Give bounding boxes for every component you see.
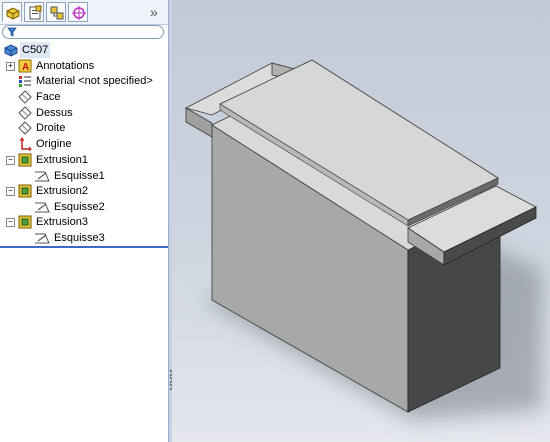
propertymanager-icon <box>29 5 42 20</box>
extrude-icon <box>18 215 32 229</box>
configurationmanager-icon <box>50 6 64 20</box>
tree-item-face[interactable]: Face <box>6 89 164 105</box>
collapse-minus-icon[interactable]: − <box>6 218 15 227</box>
tree-root-label: C507 <box>20 42 51 58</box>
configurationmanager-tab[interactable] <box>46 2 66 22</box>
tree-item-material[interactable]: Material <not specified> <box>6 73 164 89</box>
tree-item-label: Esquisse1 <box>54 170 105 182</box>
expand-plus-icon[interactable]: + <box>6 62 15 71</box>
tree-item-label: Droite <box>36 122 66 134</box>
filter-icon <box>7 27 17 37</box>
tree-item-dessus[interactable]: Dessus <box>6 105 164 121</box>
tree-item-label: Esquisse3 <box>54 232 105 244</box>
propertymanager-tab[interactable] <box>24 2 44 22</box>
extrude-icon <box>18 184 32 198</box>
tree-item-annotations[interactable]: + A Annotations <box>6 58 164 74</box>
tree-item-label: Origine <box>36 138 72 150</box>
extrude-icon <box>18 153 32 167</box>
dimxpert-tab[interactable] <box>68 2 88 22</box>
sketch-icon <box>35 233 50 244</box>
sketch-icon <box>35 202 50 213</box>
plane-icon <box>18 106 32 120</box>
panel-tabs: » <box>0 0 168 25</box>
featuremanager-icon <box>6 7 20 20</box>
tree-item-extrusion1[interactable]: − Extrusion1 <box>6 152 164 168</box>
feature-manager-panel: » C507 + A Annotations Material <not spe… <box>0 0 168 442</box>
origin-icon <box>19 137 32 151</box>
material-icon <box>19 76 31 87</box>
plane-icon <box>18 90 32 104</box>
collapse-minus-icon[interactable]: − <box>6 187 15 196</box>
tree-item-label: Extrusion3 <box>36 216 88 228</box>
part-icon <box>4 44 18 57</box>
tree-item-label: Face <box>36 91 61 103</box>
annotations-icon: A <box>18 59 32 73</box>
tree-item-droite[interactable]: Droite <box>6 120 164 136</box>
sketch-icon <box>35 171 50 182</box>
tree-item-origine[interactable]: Origine <box>6 136 164 152</box>
tree-item-label: Material <not specified> <box>36 75 153 87</box>
tree-item-label: Esquisse2 <box>54 201 105 213</box>
collapse-minus-icon[interactable]: − <box>6 156 15 165</box>
tree-item-extrusion3[interactable]: − Extrusion3 <box>6 214 164 230</box>
plane-icon <box>18 121 32 135</box>
svg-text:A: A <box>22 62 29 73</box>
tree-item-esquisse1[interactable]: Esquisse1 <box>28 168 164 184</box>
featuremanager-tab[interactable] <box>2 2 22 22</box>
rollback-bar[interactable] <box>0 246 168 248</box>
tree-item-label: Extrusion1 <box>36 154 88 166</box>
expand-chevron-icon[interactable]: » <box>150 4 158 20</box>
dimxpert-icon <box>72 6 86 20</box>
graphics-viewport[interactable]: · · · · <box>172 0 550 442</box>
tree-item-esquisse2[interactable]: Esquisse2 <box>28 199 164 215</box>
tree-item-esquisse3[interactable]: Esquisse3 <box>28 230 164 246</box>
tree-filter-input[interactable] <box>2 25 164 39</box>
tree-item-label: Extrusion2 <box>36 185 88 197</box>
tree-item-label: Annotations <box>36 60 95 72</box>
tree-root[interactable]: C507 <box>4 42 164 58</box>
tree-item-label: Dessus <box>36 107 73 119</box>
part-model[interactable] <box>172 0 550 442</box>
tree-item-extrusion2[interactable]: − Extrusion2 <box>6 183 164 199</box>
